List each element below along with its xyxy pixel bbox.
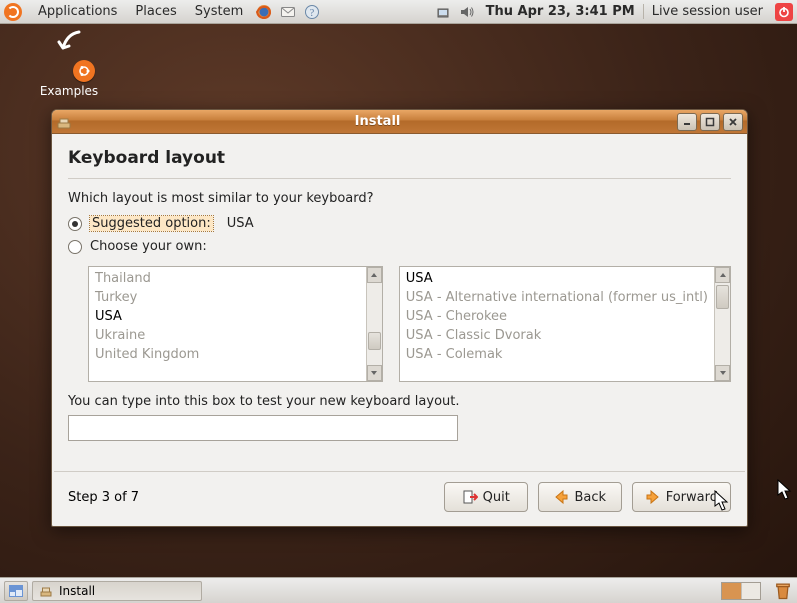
taskbar-item-label: Install	[59, 584, 95, 598]
divider	[68, 178, 731, 179]
arrow-left-icon	[553, 489, 569, 505]
quit-icon	[462, 489, 478, 505]
list-item[interactable]: USA	[95, 307, 360, 326]
footer: Step 3 of 7 Quit Back Forward	[54, 471, 745, 526]
ubuntu-badge-icon	[73, 60, 95, 82]
layout-variant-listbox[interactable]: USAUSA - Alternative international (form…	[399, 266, 731, 382]
radio-suggested[interactable]	[68, 217, 82, 231]
bottom-panel: Install	[0, 577, 797, 603]
clock[interactable]: Thu Apr 23, 3:41 PM	[480, 4, 641, 19]
list-item[interactable]: Thailand	[95, 269, 360, 288]
list-item[interactable]: USA - Classic Dvorak	[406, 326, 708, 345]
menu-applications[interactable]: Applications	[30, 2, 125, 21]
list-item[interactable]: Turkey	[95, 288, 360, 307]
prompt-text: Which layout is most similar to your key…	[68, 191, 731, 206]
mail-icon[interactable]	[279, 3, 297, 21]
scroll-down-icon[interactable]	[715, 365, 730, 381]
list-item[interactable]: USA - Cherokee	[406, 307, 708, 326]
close-button[interactable]	[723, 113, 743, 131]
radio-choose-own[interactable]	[68, 240, 82, 254]
forward-button[interactable]: Forward	[632, 482, 731, 512]
test-keyboard-input[interactable]	[68, 415, 458, 441]
show-desktop-button[interactable]	[4, 581, 28, 601]
trash-icon[interactable]	[773, 581, 793, 601]
scroll-up-icon[interactable]	[367, 267, 382, 283]
volume-icon[interactable]	[458, 3, 476, 21]
suggested-value: USA	[227, 216, 254, 231]
radio-choose-own-label[interactable]: Choose your own:	[90, 239, 207, 254]
list-item[interactable]: Ukraine	[95, 326, 360, 345]
radio-suggested-label[interactable]: Suggested option:	[90, 216, 213, 231]
firefox-icon[interactable]	[255, 3, 273, 21]
list-item[interactable]: USA - Colemak	[406, 345, 708, 364]
test-keyboard-label: You can type into this box to test your …	[68, 394, 731, 409]
list-item[interactable]: USA - Alternative international (former …	[406, 288, 708, 307]
user-menu[interactable]: Live session user	[643, 4, 769, 19]
back-button[interactable]: Back	[538, 482, 622, 512]
minimize-button[interactable]	[677, 113, 697, 131]
help-icon[interactable]: ?	[303, 3, 321, 21]
power-button[interactable]	[775, 3, 793, 21]
step-indicator: Step 3 of 7	[68, 490, 434, 505]
installer-icon	[56, 114, 72, 130]
menu-system[interactable]: System	[187, 2, 251, 21]
quit-label: Quit	[483, 490, 510, 505]
list-item[interactable]: United Kingdom	[95, 345, 360, 364]
update-icon[interactable]	[434, 3, 452, 21]
scrollbar[interactable]	[366, 267, 382, 381]
cursor-icon	[777, 479, 795, 501]
scroll-down-icon[interactable]	[367, 365, 382, 381]
desktop-icon-label: Examples	[34, 84, 104, 98]
forward-label: Forward	[666, 490, 718, 505]
taskbar-item-install[interactable]: Install	[32, 581, 202, 601]
quit-button[interactable]: Quit	[444, 482, 528, 512]
install-window: Install Keyboard layout Which layout is …	[51, 109, 748, 527]
desktop-icon-examples[interactable]: Examples	[34, 36, 104, 98]
top-panel: Applications Places System ? Thu Apr 23,…	[0, 0, 797, 24]
menu-places[interactable]: Places	[127, 2, 184, 21]
layout-country-listbox[interactable]: ThailandTurkeyUSAUkraineUnited Kingdom	[88, 266, 383, 382]
ubuntu-logo-icon	[4, 3, 22, 21]
scrollbar[interactable]	[714, 267, 730, 381]
svg-text:?: ?	[310, 8, 315, 19]
scroll-up-icon[interactable]	[715, 267, 730, 283]
installer-icon	[39, 584, 53, 598]
arrow-right-icon	[645, 489, 661, 505]
window-title: Install	[78, 114, 677, 129]
back-label: Back	[574, 490, 606, 505]
workspace-switcher[interactable]	[721, 582, 761, 600]
titlebar[interactable]: Install	[52, 110, 747, 134]
list-item[interactable]: USA	[406, 269, 708, 288]
page-title: Keyboard layout	[68, 148, 731, 168]
maximize-button[interactable]	[700, 113, 720, 131]
